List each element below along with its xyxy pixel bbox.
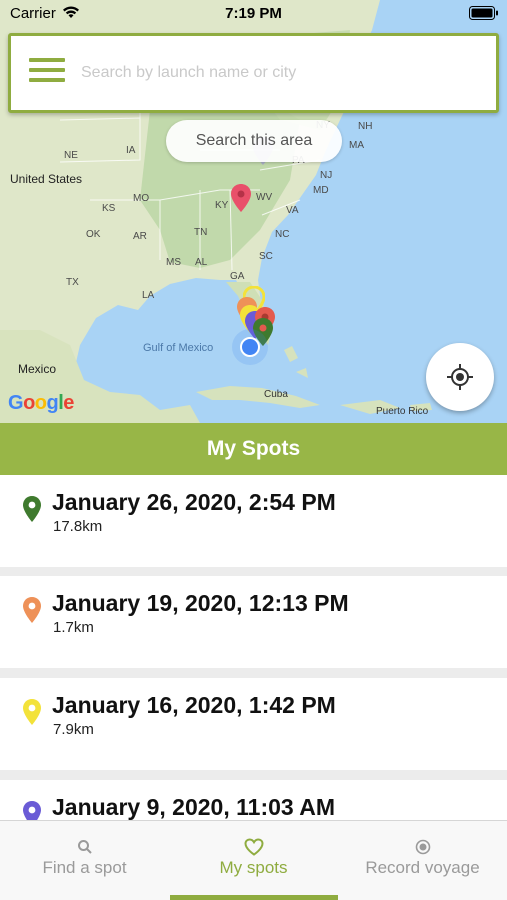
status-bar: Carrier 7:19 PM — [0, 0, 507, 28]
spot-distance: 7.9km — [53, 721, 94, 738]
map-label-ga: GA — [230, 271, 245, 282]
map-label-nc: NC — [275, 229, 290, 240]
spot-date: January 26, 2020, 2:54 PM — [52, 489, 336, 515]
map-label-ks: KS — [102, 203, 116, 214]
active-tab-indicator — [170, 895, 338, 900]
spot-list-item[interactable]: January 26, 2020, 2:54 PM 17.8km — [0, 475, 507, 567]
spot-list-item[interactable]: January 19, 2020, 12:13 PM 1.7km — [0, 576, 507, 668]
map-label-ia: IA — [126, 145, 136, 156]
menu-icon[interactable] — [29, 58, 65, 88]
map-label-united-states: United States — [10, 172, 83, 186]
search-this-area-button[interactable]: Search this area — [166, 120, 342, 162]
map-label-nj: NJ — [320, 170, 333, 181]
map-label-md: MD — [313, 185, 329, 196]
tab-record-voyage[interactable]: Record voyage — [338, 821, 507, 900]
spot-list-item[interactable]: January 9, 2020, 11:03 AM — [0, 780, 507, 820]
search-bar — [8, 33, 499, 113]
location-pin-icon — [23, 699, 41, 725]
search-input[interactable] — [81, 58, 481, 88]
map-label-mo: MO — [133, 193, 150, 204]
tab-my-spots[interactable]: My spots — [169, 821, 338, 900]
tab-bar: Find a spot My spots Record voyage — [0, 820, 507, 900]
map-label-al: AL — [195, 257, 208, 268]
google-logo: Google — [8, 392, 74, 414]
tab-label: Find a spot — [42, 858, 127, 877]
map-label-ms: MS — [166, 257, 181, 268]
my-spots-header: My Spots — [0, 423, 507, 475]
map-label-la: LA — [142, 290, 155, 301]
spot-list[interactable]: January 26, 2020, 2:54 PM 17.8km January… — [0, 475, 507, 820]
map-label-va: VA — [286, 205, 299, 216]
tab-label: My spots — [219, 858, 288, 877]
tab-find-a-spot[interactable]: Find a spot — [0, 821, 169, 900]
status-time: 7:19 PM — [225, 5, 282, 22]
map-label-cuba: Cuba — [264, 389, 288, 400]
map-label-wv: WV — [256, 192, 273, 203]
map-label-ar: AR — [133, 231, 147, 242]
search-icon — [77, 840, 92, 854]
spot-distance: 1.7km — [53, 619, 94, 636]
my-location-button[interactable] — [426, 343, 494, 411]
map-label-ky: KY — [215, 200, 229, 211]
record-icon — [415, 839, 430, 855]
map-label-tn: TN — [194, 227, 208, 238]
user-location-dot — [240, 337, 260, 357]
spot-date: January 9, 2020, 11:03 AM — [52, 794, 335, 820]
map-label-tx: TX — [66, 277, 79, 288]
map-label-nh: NH — [358, 121, 373, 132]
tab-label: Record voyage — [365, 858, 480, 877]
heart-icon — [243, 838, 264, 856]
map-label-puerto-rico: Puerto Rico — [376, 406, 429, 417]
crosshair-icon — [447, 364, 473, 390]
location-pin-icon — [23, 597, 41, 623]
map-label-gulf: Gulf of Mexico — [143, 342, 214, 354]
spot-list-item[interactable]: January 16, 2020, 1:42 PM 7.9km — [0, 678, 507, 770]
spot-distance: 17.8km — [53, 518, 103, 535]
location-pin-icon — [23, 801, 41, 820]
map-label-ma: MA — [349, 140, 364, 151]
map-label-ok: OK — [86, 229, 101, 240]
map-label-ne: NE — [64, 150, 78, 161]
location-pin-icon — [23, 496, 41, 522]
map-label-mexico: Mexico — [18, 362, 57, 376]
spot-date: January 16, 2020, 1:42 PM — [52, 692, 336, 718]
map-label-sc: SC — [259, 251, 273, 262]
battery-icon — [469, 6, 499, 25]
map-pin-icon[interactable] — [230, 183, 252, 213]
spot-date: January 19, 2020, 12:13 PM — [52, 590, 349, 616]
